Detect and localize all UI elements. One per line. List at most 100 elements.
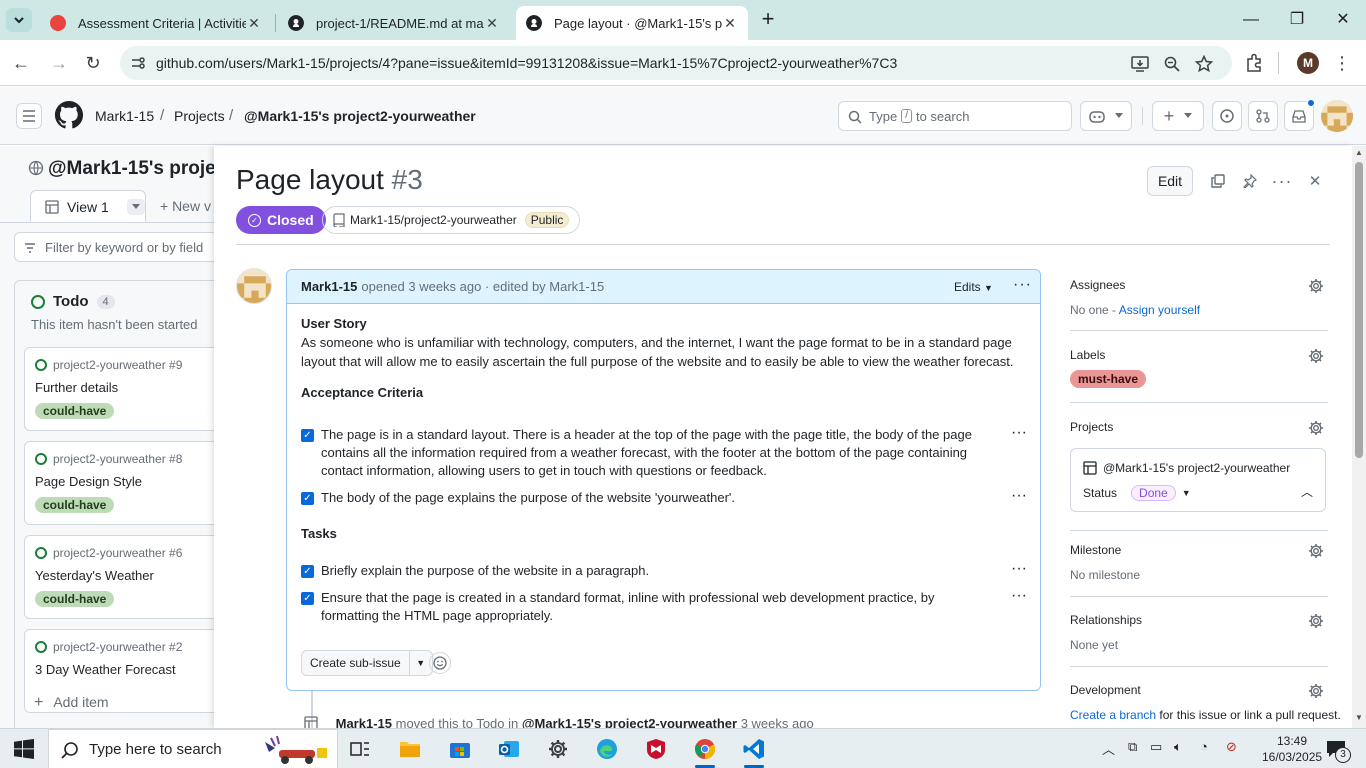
security-alert-icon[interactable]: ⊘ bbox=[1226, 739, 1237, 755]
global-nav-button[interactable] bbox=[16, 103, 42, 129]
pull-requests-button[interactable] bbox=[1248, 101, 1278, 131]
edits-dropdown[interactable]: Edits ▼ bbox=[954, 280, 993, 294]
gear-icon[interactable] bbox=[1308, 543, 1324, 559]
gear-icon[interactable] bbox=[1308, 278, 1324, 294]
kebab-horizontal-icon[interactable]: ··· bbox=[1011, 560, 1027, 578]
more-options-button[interactable]: ··· bbox=[1271, 170, 1293, 192]
zoom-icon[interactable] bbox=[1162, 54, 1182, 74]
new-view-button[interactable]: + New v bbox=[160, 198, 211, 214]
back-button[interactable]: ← bbox=[8, 50, 34, 76]
checkbox-checked[interactable]: ✓ bbox=[301, 592, 314, 605]
add-item-button[interactable]: + Add item bbox=[34, 694, 109, 712]
notification-center-icon[interactable]: 3 bbox=[1322, 735, 1351, 763]
tab-search-button[interactable] bbox=[6, 8, 32, 32]
filter-input[interactable]: Filter by keyword or by field bbox=[14, 232, 214, 262]
tab-view-1[interactable]: View 1 bbox=[30, 190, 146, 222]
scroll-up-icon[interactable]: ▲ bbox=[1355, 149, 1363, 157]
card-title[interactable]: Yesterday's Weather bbox=[35, 568, 154, 583]
github-logo-icon[interactable] bbox=[54, 100, 84, 130]
create-branch-link[interactable]: Create a branch bbox=[1070, 708, 1156, 722]
mcafee-icon[interactable] bbox=[642, 735, 670, 763]
close-window-button[interactable]: ✕ bbox=[1320, 6, 1366, 34]
view-options-button[interactable] bbox=[126, 198, 145, 215]
edge-icon[interactable] bbox=[593, 735, 621, 763]
browser-profile-avatar[interactable]: M bbox=[1297, 52, 1319, 74]
panel-scrollbar[interactable]: ▲ ▼ bbox=[1352, 146, 1366, 728]
card-title[interactable]: 3 Day Weather Forecast bbox=[35, 662, 176, 677]
chevron-up-icon[interactable]: ︿ bbox=[1301, 483, 1313, 500]
close-tab-icon[interactable]: ✕ bbox=[484, 15, 500, 32]
gear-icon[interactable] bbox=[1308, 683, 1324, 699]
file-explorer-icon[interactable] bbox=[396, 735, 424, 763]
assign-yourself-link[interactable]: Assign yourself bbox=[1119, 303, 1200, 317]
browser-menu-icon[interactable]: ⋮ bbox=[1332, 52, 1352, 74]
repository-chip[interactable]: Mark1-15/project2-yourweather Public bbox=[322, 206, 581, 234]
create-sub-issue-button[interactable]: Create sub-issue ▼ bbox=[301, 650, 433, 676]
volume-icon[interactable]: 🔈︎ bbox=[1174, 739, 1182, 755]
kebab-horizontal-icon[interactable]: ··· bbox=[1013, 276, 1032, 294]
new-tab-button[interactable]: + bbox=[756, 8, 780, 32]
close-panel-button[interactable]: ✕ bbox=[1304, 170, 1326, 192]
install-app-icon[interactable] bbox=[1130, 54, 1150, 74]
taskbar-search-input[interactable]: Type here to search bbox=[48, 729, 338, 768]
board-card[interactable]: project2-yourweather #9 Further details … bbox=[24, 347, 214, 431]
browser-tab-assessment[interactable]: Assessment Criteria | Activities | ✕ bbox=[40, 6, 272, 40]
forward-button[interactable]: → bbox=[46, 50, 72, 76]
microsoft-store-icon[interactable] bbox=[446, 735, 474, 763]
chrome-icon[interactable] bbox=[691, 735, 719, 768]
card-title[interactable]: Further details bbox=[35, 380, 118, 395]
status-pill[interactable]: Done bbox=[1131, 485, 1176, 501]
checkbox-checked[interactable]: ✓ bbox=[301, 565, 314, 578]
close-tab-icon[interactable]: ✕ bbox=[246, 15, 262, 32]
windows-start-button[interactable] bbox=[10, 735, 38, 763]
battery-icon[interactable]: ▭ bbox=[1150, 739, 1162, 755]
bookmark-star-icon[interactable] bbox=[1194, 54, 1214, 74]
vscode-icon[interactable] bbox=[740, 735, 768, 768]
scroll-down-icon[interactable]: ▼ bbox=[1355, 714, 1363, 722]
extensions-icon[interactable] bbox=[1244, 53, 1264, 73]
board-card[interactable]: project2-yourweather #8 Page Design Styl… bbox=[24, 441, 214, 525]
kebab-horizontal-icon[interactable]: ··· bbox=[1011, 424, 1027, 442]
scroll-thumb[interactable] bbox=[1355, 162, 1363, 458]
breadcrumb-projects[interactable]: Projects bbox=[174, 108, 225, 124]
settings-gear-icon[interactable] bbox=[544, 735, 572, 763]
checkbox-checked[interactable]: ✓ bbox=[301, 429, 314, 442]
chevron-down-icon[interactable]: ▼ bbox=[1182, 488, 1191, 498]
add-reaction-button[interactable] bbox=[429, 652, 451, 674]
kebab-horizontal-icon[interactable]: ··· bbox=[1011, 487, 1027, 505]
kebab-horizontal-icon[interactable]: ··· bbox=[1011, 587, 1027, 605]
edit-title-button[interactable]: Edit bbox=[1147, 166, 1193, 196]
pin-button[interactable] bbox=[1239, 170, 1261, 192]
restore-button[interactable]: ❐ bbox=[1274, 6, 1320, 34]
gear-icon[interactable] bbox=[1308, 348, 1324, 364]
reload-button[interactable]: ↻ bbox=[80, 50, 106, 76]
create-new-button[interactable]: + bbox=[1152, 101, 1204, 131]
copy-link-button[interactable] bbox=[1207, 170, 1229, 192]
show-hidden-icons-icon[interactable]: ︿ bbox=[1102, 739, 1115, 758]
checkbox-checked[interactable]: ✓ bbox=[301, 492, 314, 505]
board-card[interactable]: project2-yourweather #6 Yesterday's Weat… bbox=[24, 535, 214, 619]
search-input[interactable]: Type / to search bbox=[838, 101, 1072, 131]
author-avatar[interactable] bbox=[236, 268, 272, 304]
user-avatar[interactable] bbox=[1321, 100, 1353, 132]
gear-icon[interactable] bbox=[1308, 420, 1324, 436]
breadcrumb-project[interactable]: @Mark1-15's project2-yourweather bbox=[244, 108, 476, 124]
browser-tab-readme[interactable]: project-1/README.md at main ✕ bbox=[278, 6, 510, 40]
task-view-icon[interactable] bbox=[346, 735, 374, 763]
minimize-button[interactable]: — bbox=[1228, 6, 1274, 34]
wifi-icon[interactable]: ◔ bbox=[1200, 739, 1208, 754]
inbox-button[interactable] bbox=[1284, 99, 1315, 131]
card-title[interactable]: Page Design Style bbox=[35, 474, 142, 489]
issues-button[interactable] bbox=[1212, 101, 1242, 131]
gear-icon[interactable] bbox=[1308, 613, 1324, 629]
close-tab-icon[interactable]: ✕ bbox=[722, 15, 738, 32]
project-name[interactable]: @Mark1-15's project2-yourweather bbox=[1083, 461, 1290, 475]
breadcrumb-user[interactable]: Mark1-15 bbox=[95, 108, 154, 124]
label-badge[interactable]: must-have bbox=[1070, 370, 1147, 388]
copilot-button[interactable] bbox=[1080, 101, 1132, 131]
site-info-icon[interactable] bbox=[130, 55, 146, 71]
taskbar-clock[interactable]: 13:49 16/03/2025 bbox=[1262, 733, 1322, 765]
network-adapter-icon[interactable]: ⧉ bbox=[1128, 739, 1137, 755]
comment-author[interactable]: Mark1-15 bbox=[301, 279, 357, 294]
browser-tab-page-layout[interactable]: Page layout · @Mark1-15's proj ✕ bbox=[516, 6, 748, 40]
